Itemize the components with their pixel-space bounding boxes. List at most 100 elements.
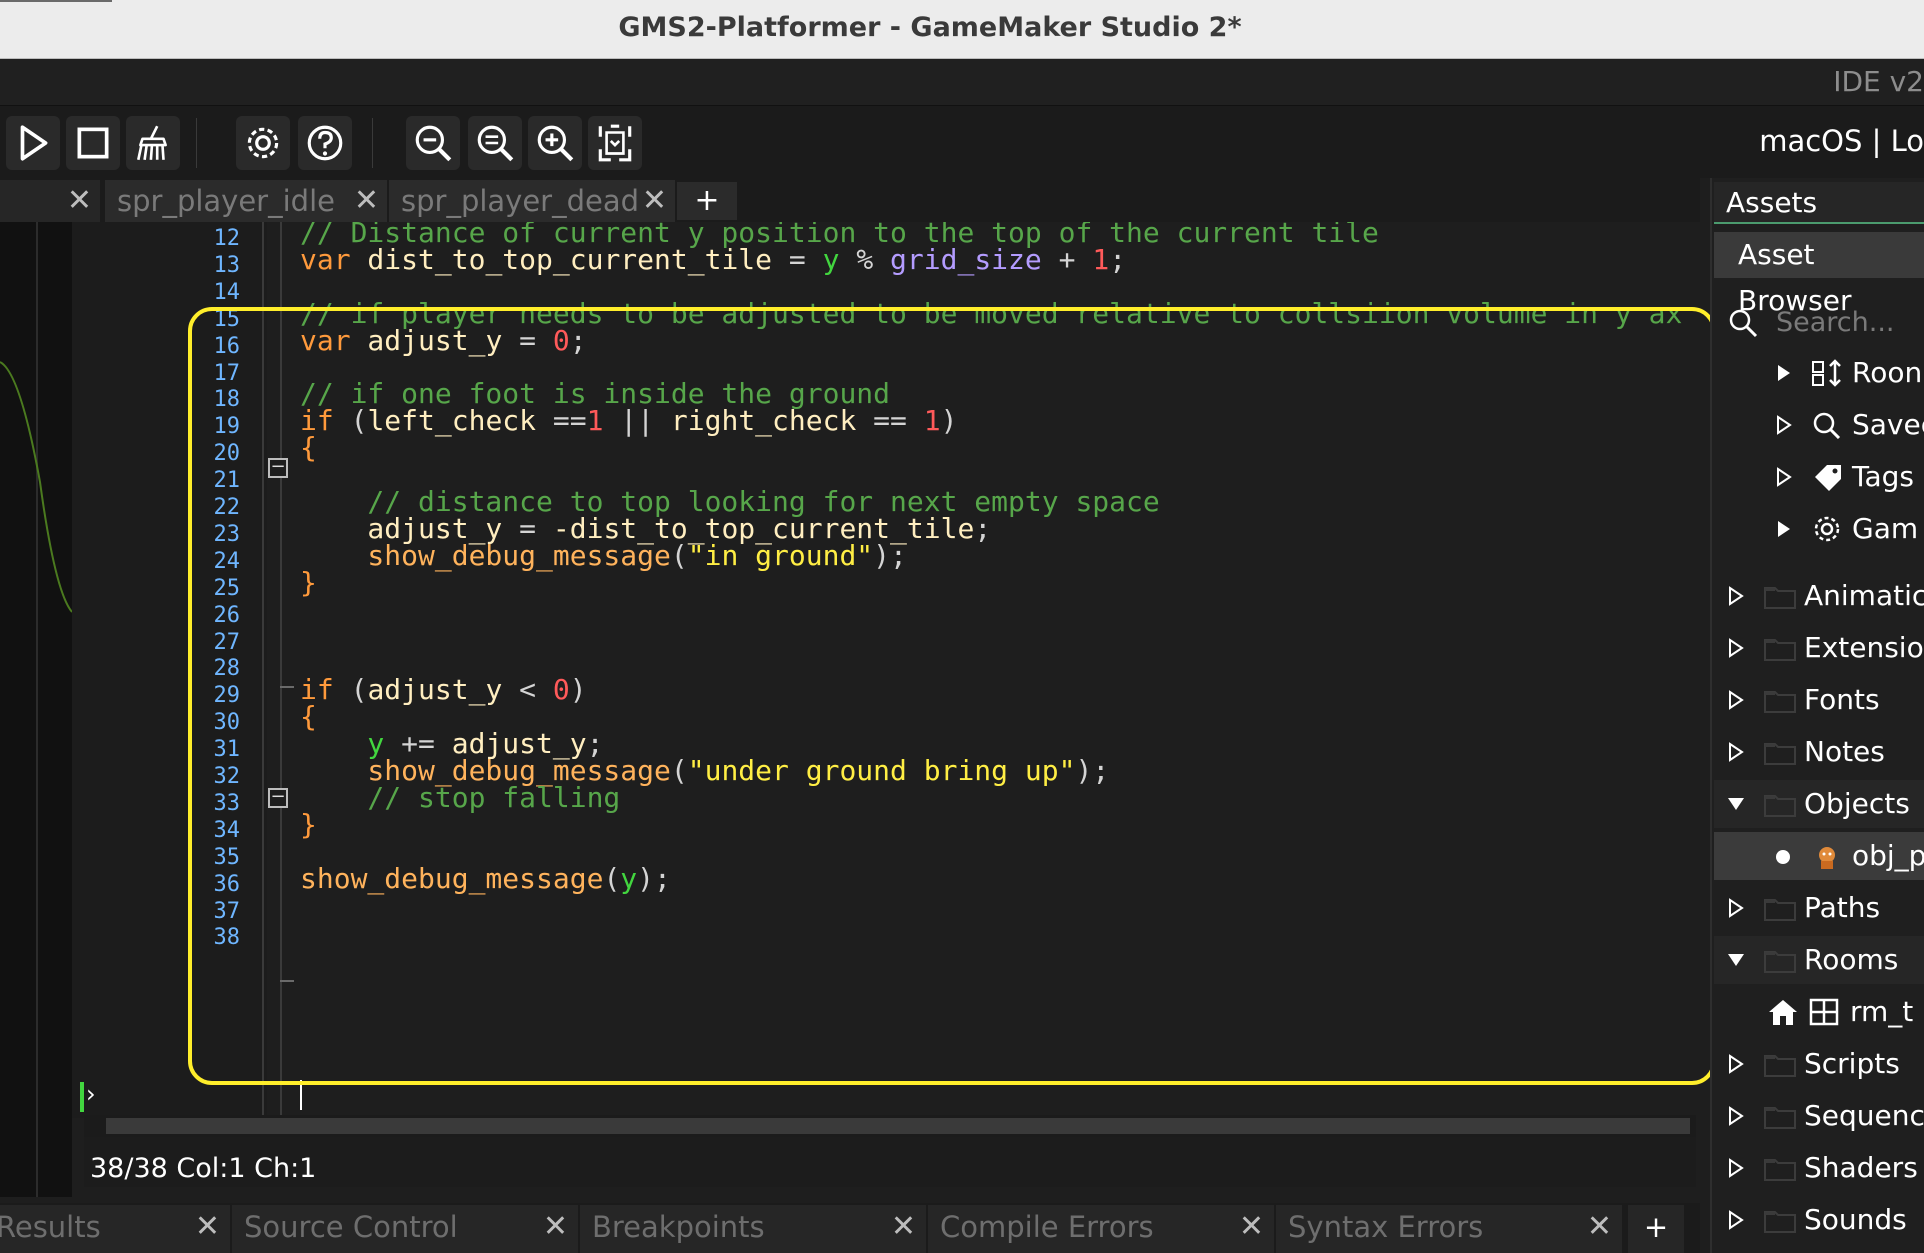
close-icon[interactable]: ✕ [642,180,667,222]
asset-tree-item[interactable]: Fonts [1714,676,1924,724]
code-editor[interactable]: // Distance of current y position to the… [300,222,1696,1118]
asset-tree-label: Animatic [1804,579,1924,612]
code-line[interactable]: show_debug_message(y); [300,862,671,895]
asset-tree-item[interactable]: Shaders [1714,1144,1924,1192]
code-token: left_check [367,404,537,438]
chevron-right-icon[interactable] [1726,1106,1746,1126]
code-line[interactable]: var adjust_y = 0; [300,324,587,357]
asset-tree-label: Scripts [1804,1047,1900,1080]
help-button[interactable] [298,116,352,170]
fold-toggle[interactable]: − [268,788,288,808]
chevron-down-icon[interactable] [1726,794,1746,814]
chevron-right-icon[interactable] [1774,467,1794,487]
code-line[interactable]: } [300,566,317,599]
line-number: 32 [213,764,241,789]
close-icon[interactable]: ✕ [67,180,92,222]
asset-tree-item[interactable]: Paths [1714,884,1924,932]
zoom-in-button[interactable] [528,116,582,170]
play-button[interactable] [6,116,60,170]
chevron-right-icon[interactable] [1774,415,1794,435]
asset-tree-item[interactable]: obj_p [1714,832,1924,880]
chevron-right-icon[interactable] [1726,1158,1746,1178]
horizontal-scrollbar[interactable] [84,1115,1696,1137]
asset-tree-item[interactable]: Animatic [1714,572,1924,620]
tab-syntax-errors[interactable]: Syntax Errors ✕ [1276,1205,1622,1253]
tab-spr-player-dead[interactable]: spr_player_dead ✕ [389,180,675,222]
asset-tree-item[interactable]: Tags [1714,453,1924,501]
line-number: 16 [213,333,241,359]
chevron-right-icon[interactable] [1726,586,1746,606]
asset-tree-item[interactable]: Extensio [1714,624,1924,672]
tab-compile-errors[interactable]: Compile Errors ✕ [928,1205,1274,1253]
folder-icon [1764,899,1796,921]
asset-tree-item[interactable]: Objects [1714,780,1924,828]
tab-label: Breakpoints [592,1210,765,1244]
line-number: 12 [213,226,241,251]
code-line[interactable]: } [300,808,317,841]
scrollbar-thumb[interactable] [106,1118,1690,1134]
close-icon[interactable]: ✕ [1587,1205,1612,1249]
chevron-right-icon[interactable] [1726,1210,1746,1230]
asset-tree-item[interactable]: Roon [1714,349,1924,397]
code-line[interactable]: // stop falling [300,781,620,814]
tag-icon [1815,465,1841,491]
chevron-right-icon[interactable] [1726,638,1746,658]
asset-tree-item[interactable]: Sequenc [1714,1092,1924,1140]
stop-button[interactable] [66,116,120,170]
game-options-button[interactable] [236,116,290,170]
code-line[interactable]: if (left_check ==1 || right_check == 1) [300,404,957,437]
folder-icon [1764,1107,1796,1129]
tab-spr-player-idle[interactable]: spr_player_idle ✕ [105,180,387,222]
asset-tree-label: Paths [1804,891,1881,924]
asset-tree-item[interactable]: Scripts [1714,1040,1924,1088]
zoom-reset-button[interactable] [468,116,522,170]
chevron-right-icon[interactable] [1726,1054,1746,1074]
code-token: grid_size [873,242,1059,276]
settings-icon [247,127,279,159]
tab-source-control[interactable]: Source Control ✕ [232,1205,578,1253]
close-icon[interactable]: ✕ [891,1205,916,1249]
add-output-tab-button[interactable]: + [1628,1205,1684,1253]
asset-tree-item[interactable]: Savec [1714,401,1924,449]
clean-button[interactable] [126,116,180,170]
close-icon[interactable]: ✕ [1239,1205,1264,1249]
asset-browser-header[interactable]: Asset Browser [1714,232,1924,317]
code-token: 0 [552,673,570,707]
target-platform-label[interactable]: macOS | Lo [1759,124,1924,158]
chevron-right-icon[interactable] [1726,898,1746,918]
assets-panel-title[interactable]: Assets [1714,182,1924,224]
asset-tree-item[interactable]: Sounds [1714,1196,1924,1244]
close-icon[interactable]: ✕ [195,1205,220,1249]
asset-tree-label: Fonts [1804,683,1880,716]
asset-tree-item[interactable]: Notes [1714,728,1924,776]
close-icon[interactable]: ✕ [354,180,379,222]
asset-tree-label: Tags [1852,460,1914,493]
code-line[interactable]: show_debug_message("in ground"); [300,539,906,572]
add-tab-button[interactable]: + [677,182,737,220]
code-line[interactable]: { [300,431,317,464]
code-token: adjust_y [350,323,520,357]
chevron-right-icon[interactable] [1726,742,1746,762]
asset-search[interactable]: Search... [1714,300,1924,346]
chevron-right-icon[interactable] [1774,363,1794,383]
asset-tree-item[interactable]: Gam [1714,505,1924,553]
tab-breakpoints[interactable]: Breakpoints ✕ [580,1205,926,1253]
fold-toggle[interactable]: − [268,458,288,478]
fit-button[interactable] [588,116,642,170]
code-line[interactable]: var dist_to_top_current_tile = y % grid_… [300,243,1126,276]
tab-results[interactable]: Results ✕ [0,1205,230,1253]
asset-tree-item[interactable]: Rooms [1714,936,1924,984]
chevron-down-icon[interactable] [1726,950,1746,970]
tab-previous[interactable]: ✕ [0,180,100,222]
code-token: } [300,807,317,841]
asset-tree-item[interactable]: rm_t [1714,988,1924,1036]
code-token: "under ground bring up" [687,754,1076,787]
close-icon[interactable]: ✕ [543,1205,568,1249]
zoom-out-button[interactable] [406,116,460,170]
chevron-right-icon[interactable] [1726,690,1746,710]
code-line[interactable]: if (adjust_y < 0) [300,673,587,706]
ide-version-label: IDE v2 [1833,65,1924,98]
chevron-right-icon[interactable] [1774,519,1794,539]
tab-label: Results [0,1210,101,1244]
zoom-out-icon [415,125,452,162]
